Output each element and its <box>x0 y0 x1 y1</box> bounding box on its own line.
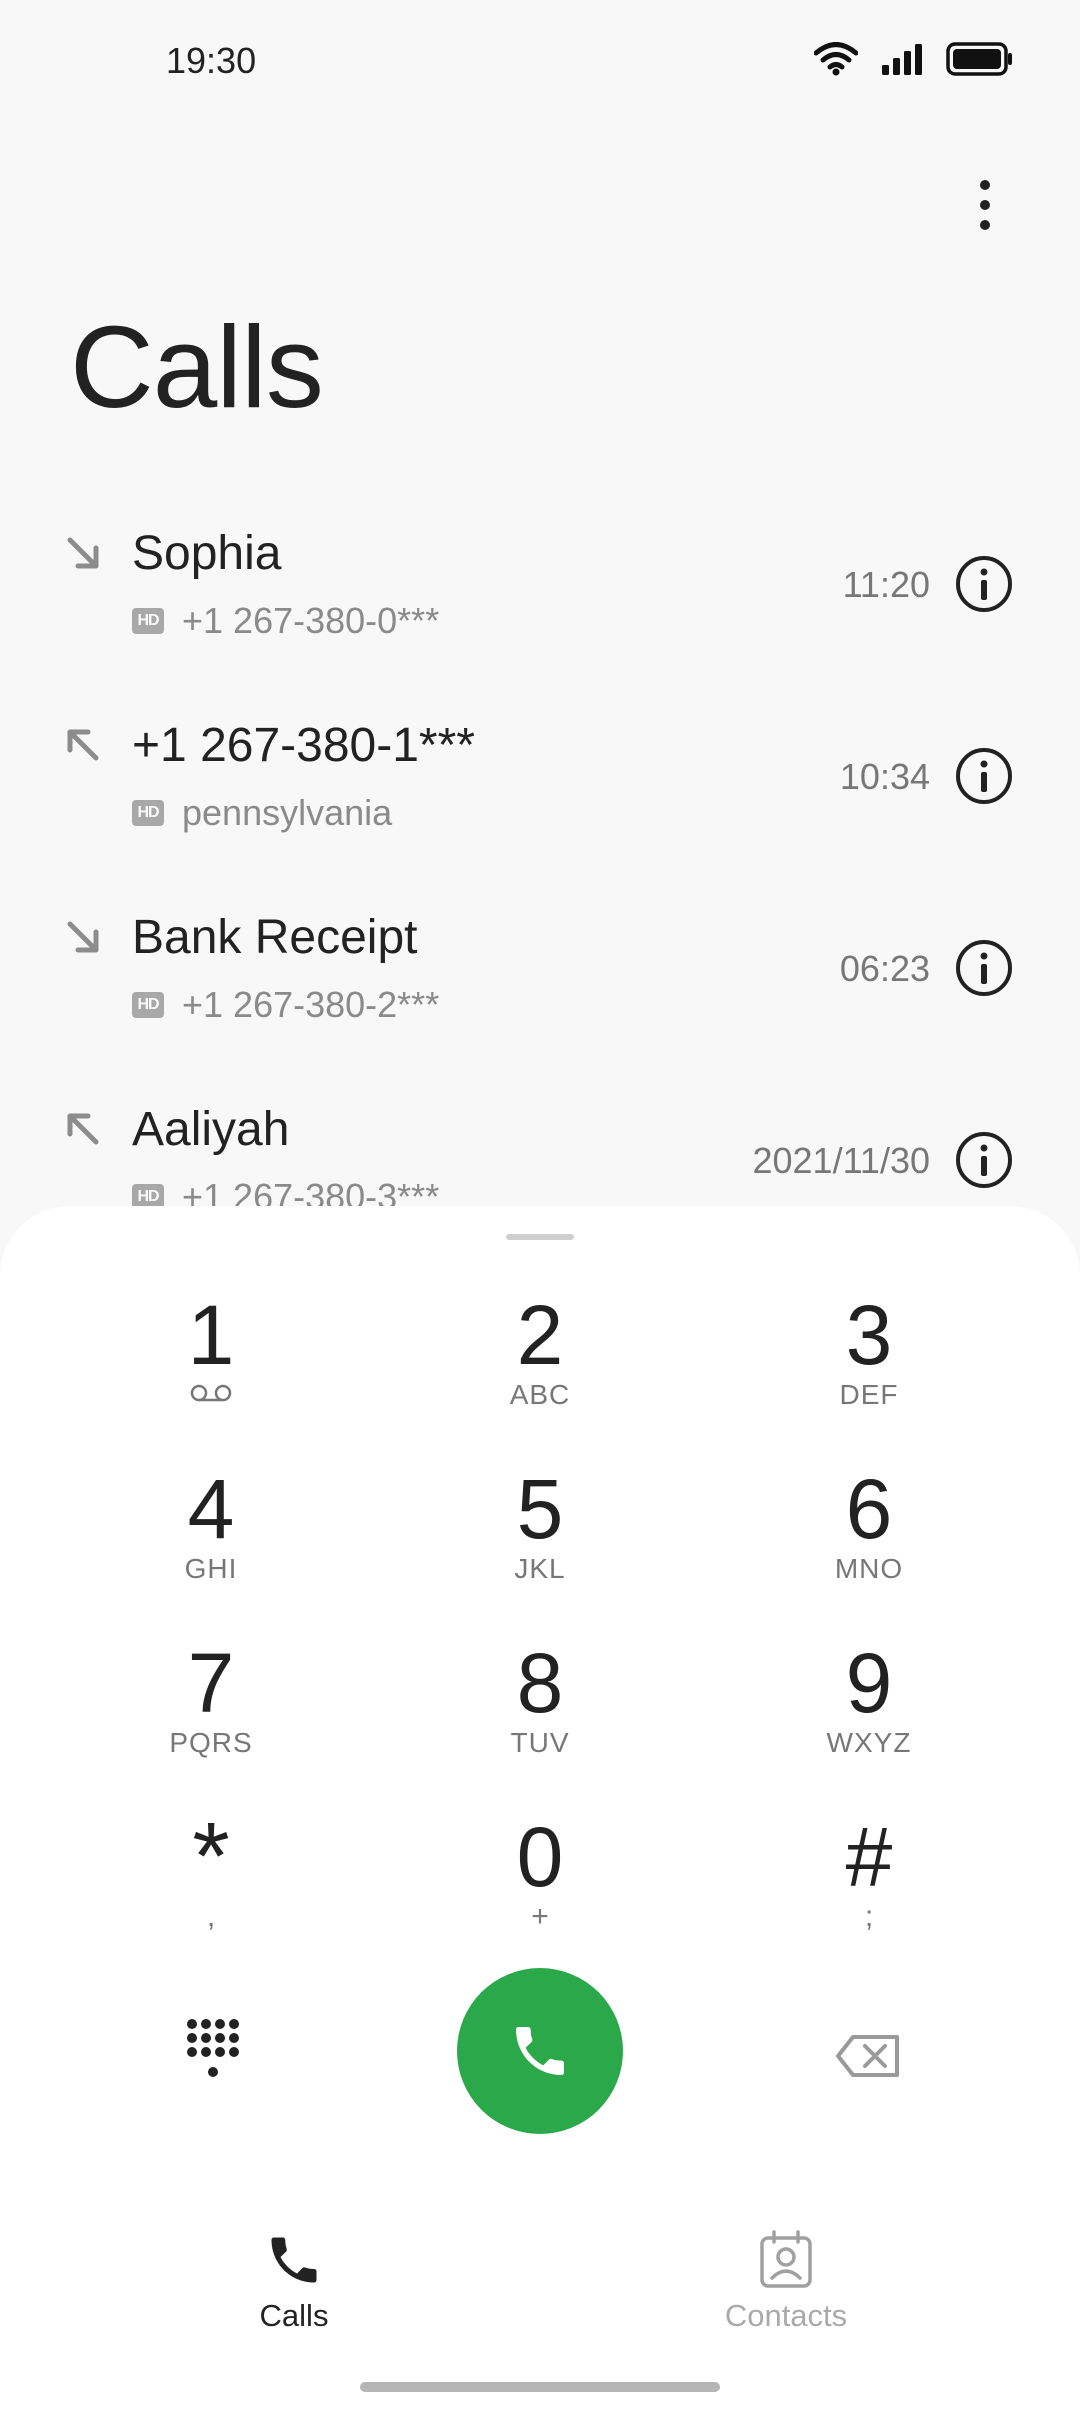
caller-number: +1 267-380-3*** <box>182 1176 440 1210</box>
caller-number: +1 267-380-2*** <box>182 984 440 1025</box>
dial-key-2[interactable]: 2 ABC <box>440 1290 640 1430</box>
call-time: 10:34 <box>839 756 930 797</box>
key-digit: 1 <box>187 1288 235 1382</box>
hd-badge: HD <box>132 800 164 826</box>
key-digit: # <box>845 1810 893 1904</box>
key-letters: JKL <box>514 1553 566 1584</box>
call-button[interactable] <box>457 1968 623 2134</box>
key-digit: 2 <box>516 1288 564 1382</box>
dial-key-9[interactable]: 9 WXYZ <box>769 1638 969 1778</box>
bottom-tab-bar: Calls Contacts <box>0 2210 1080 2350</box>
caller-name: Aaliyah <box>132 1103 290 1156</box>
caller-location: pennsylvania <box>182 792 393 833</box>
key-letters: MNO <box>834 1553 904 1584</box>
key-letters: ; <box>864 1900 874 1933</box>
dialpad-grid-icon <box>187 2019 239 2077</box>
key-letters: + <box>531 1900 549 1933</box>
incoming-call-arrow-icon <box>67 537 99 569</box>
dial-key-5[interactable]: 5 JKL <box>440 1464 640 1604</box>
dial-key-0[interactable]: 0 + <box>440 1812 640 1952</box>
status-icons <box>814 42 1014 76</box>
dial-key-4[interactable]: 4 GHI <box>111 1464 311 1604</box>
key-letters: GHI <box>184 1553 238 1584</box>
key-letters: , <box>206 1900 216 1933</box>
more-vertical-icon <box>980 180 990 230</box>
wifi-icon <box>814 42 858 76</box>
dial-key-star[interactable]: * , <box>111 1803 311 1952</box>
call-time: 2021/11/30 <box>752 1140 930 1181</box>
signal-icon <box>882 44 922 75</box>
tab-label: Calls <box>259 2298 329 2333</box>
call-log-list[interactable]: Sophia HD +1 267-380-0*** 11:20 +1 267-3… <box>0 500 1080 1210</box>
key-letters: TUV <box>510 1727 570 1758</box>
outgoing-call-arrow-icon <box>67 1113 99 1145</box>
caller-number: +1 267-380-0*** <box>182 600 440 641</box>
key-digit: 5 <box>516 1462 564 1556</box>
key-letters: PQRS <box>169 1727 253 1758</box>
key-digit: 0 <box>516 1810 564 1904</box>
hd-badge: HD <box>132 608 164 634</box>
info-icon[interactable] <box>954 746 1014 806</box>
dial-key-hash[interactable]: # ; <box>769 1812 969 1952</box>
dial-key-3[interactable]: 3 DEF <box>769 1290 969 1430</box>
call-subline: HD pennsylvania <box>132 792 392 834</box>
hd-badge: HD <box>132 992 164 1018</box>
incoming-call-arrow-icon <box>67 921 99 953</box>
call-log-item[interactable]: Sophia HD +1 267-380-0*** 11:20 <box>0 500 1080 692</box>
backspace-icon <box>836 2035 899 2077</box>
key-digit: 6 <box>845 1462 893 1556</box>
call-log-item[interactable]: +1 267-380-1*** HD pennsylvania 10:34 <box>0 692 1080 884</box>
info-icon[interactable] <box>954 938 1014 998</box>
key-letters: WXYZ <box>826 1727 912 1758</box>
drag-handle[interactable] <box>506 1234 574 1240</box>
status-time: 19:30 <box>166 40 257 81</box>
call-time: 11:20 <box>842 564 930 605</box>
outgoing-call-arrow-icon <box>67 729 99 761</box>
call-log-item[interactable]: Bank Receipt HD +1 267-380-2*** 06:23 <box>0 884 1080 1076</box>
tab-contacts[interactable]: Contacts <box>666 2210 906 2334</box>
info-icon[interactable] <box>954 1130 1014 1190</box>
more-options-button[interactable] <box>950 170 1020 240</box>
dial-key-6[interactable]: 6 MNO <box>769 1464 969 1604</box>
hide-dialpad-button[interactable] <box>162 2006 262 2096</box>
key-digit: * <box>192 1803 230 1910</box>
backspace-button[interactable] <box>818 2016 918 2096</box>
contacts-icon <box>760 2230 812 2288</box>
call-subline: HD +1 267-380-2*** <box>132 984 439 1026</box>
caller-name: +1 267-380-1*** <box>132 719 475 772</box>
page-title: Calls <box>70 302 324 432</box>
key-letters: DEF <box>839 1379 899 1410</box>
dial-key-1[interactable]: 1 <box>111 1290 311 1430</box>
tab-label: Contacts <box>724 2298 848 2333</box>
battery-icon <box>946 42 1012 76</box>
tab-calls[interactable]: Calls <box>174 2210 414 2334</box>
dial-key-7[interactable]: 7 PQRS <box>111 1638 311 1778</box>
home-indicator[interactable] <box>360 2382 720 2392</box>
caller-name: Sophia <box>132 527 282 580</box>
info-icon[interactable] <box>954 554 1014 614</box>
key-digit: 9 <box>845 1636 893 1730</box>
key-digit: 7 <box>187 1636 235 1730</box>
key-letters: ABC <box>509 1379 571 1410</box>
caller-name: Bank Receipt <box>132 911 418 964</box>
key-digit: 4 <box>187 1462 235 1556</box>
voicemail-icon <box>190 1384 232 1402</box>
call-time: 06:23 <box>839 948 930 989</box>
call-subline: HD +1 267-380-0*** <box>132 600 439 642</box>
call-subline: HD +1 267-380-3*** <box>132 1176 439 1210</box>
phone-icon <box>516 2027 564 2075</box>
call-log-item[interactable]: Aaliyah HD +1 267-380-3*** 2021/11/30 <box>0 1076 1080 1210</box>
key-digit: 8 <box>516 1636 564 1730</box>
key-digit: 3 <box>845 1288 893 1382</box>
status-bar: 19:30 <box>0 0 1080 130</box>
dial-key-8[interactable]: 8 TUV <box>440 1638 640 1778</box>
phone-tab-icon <box>271 2237 317 2283</box>
